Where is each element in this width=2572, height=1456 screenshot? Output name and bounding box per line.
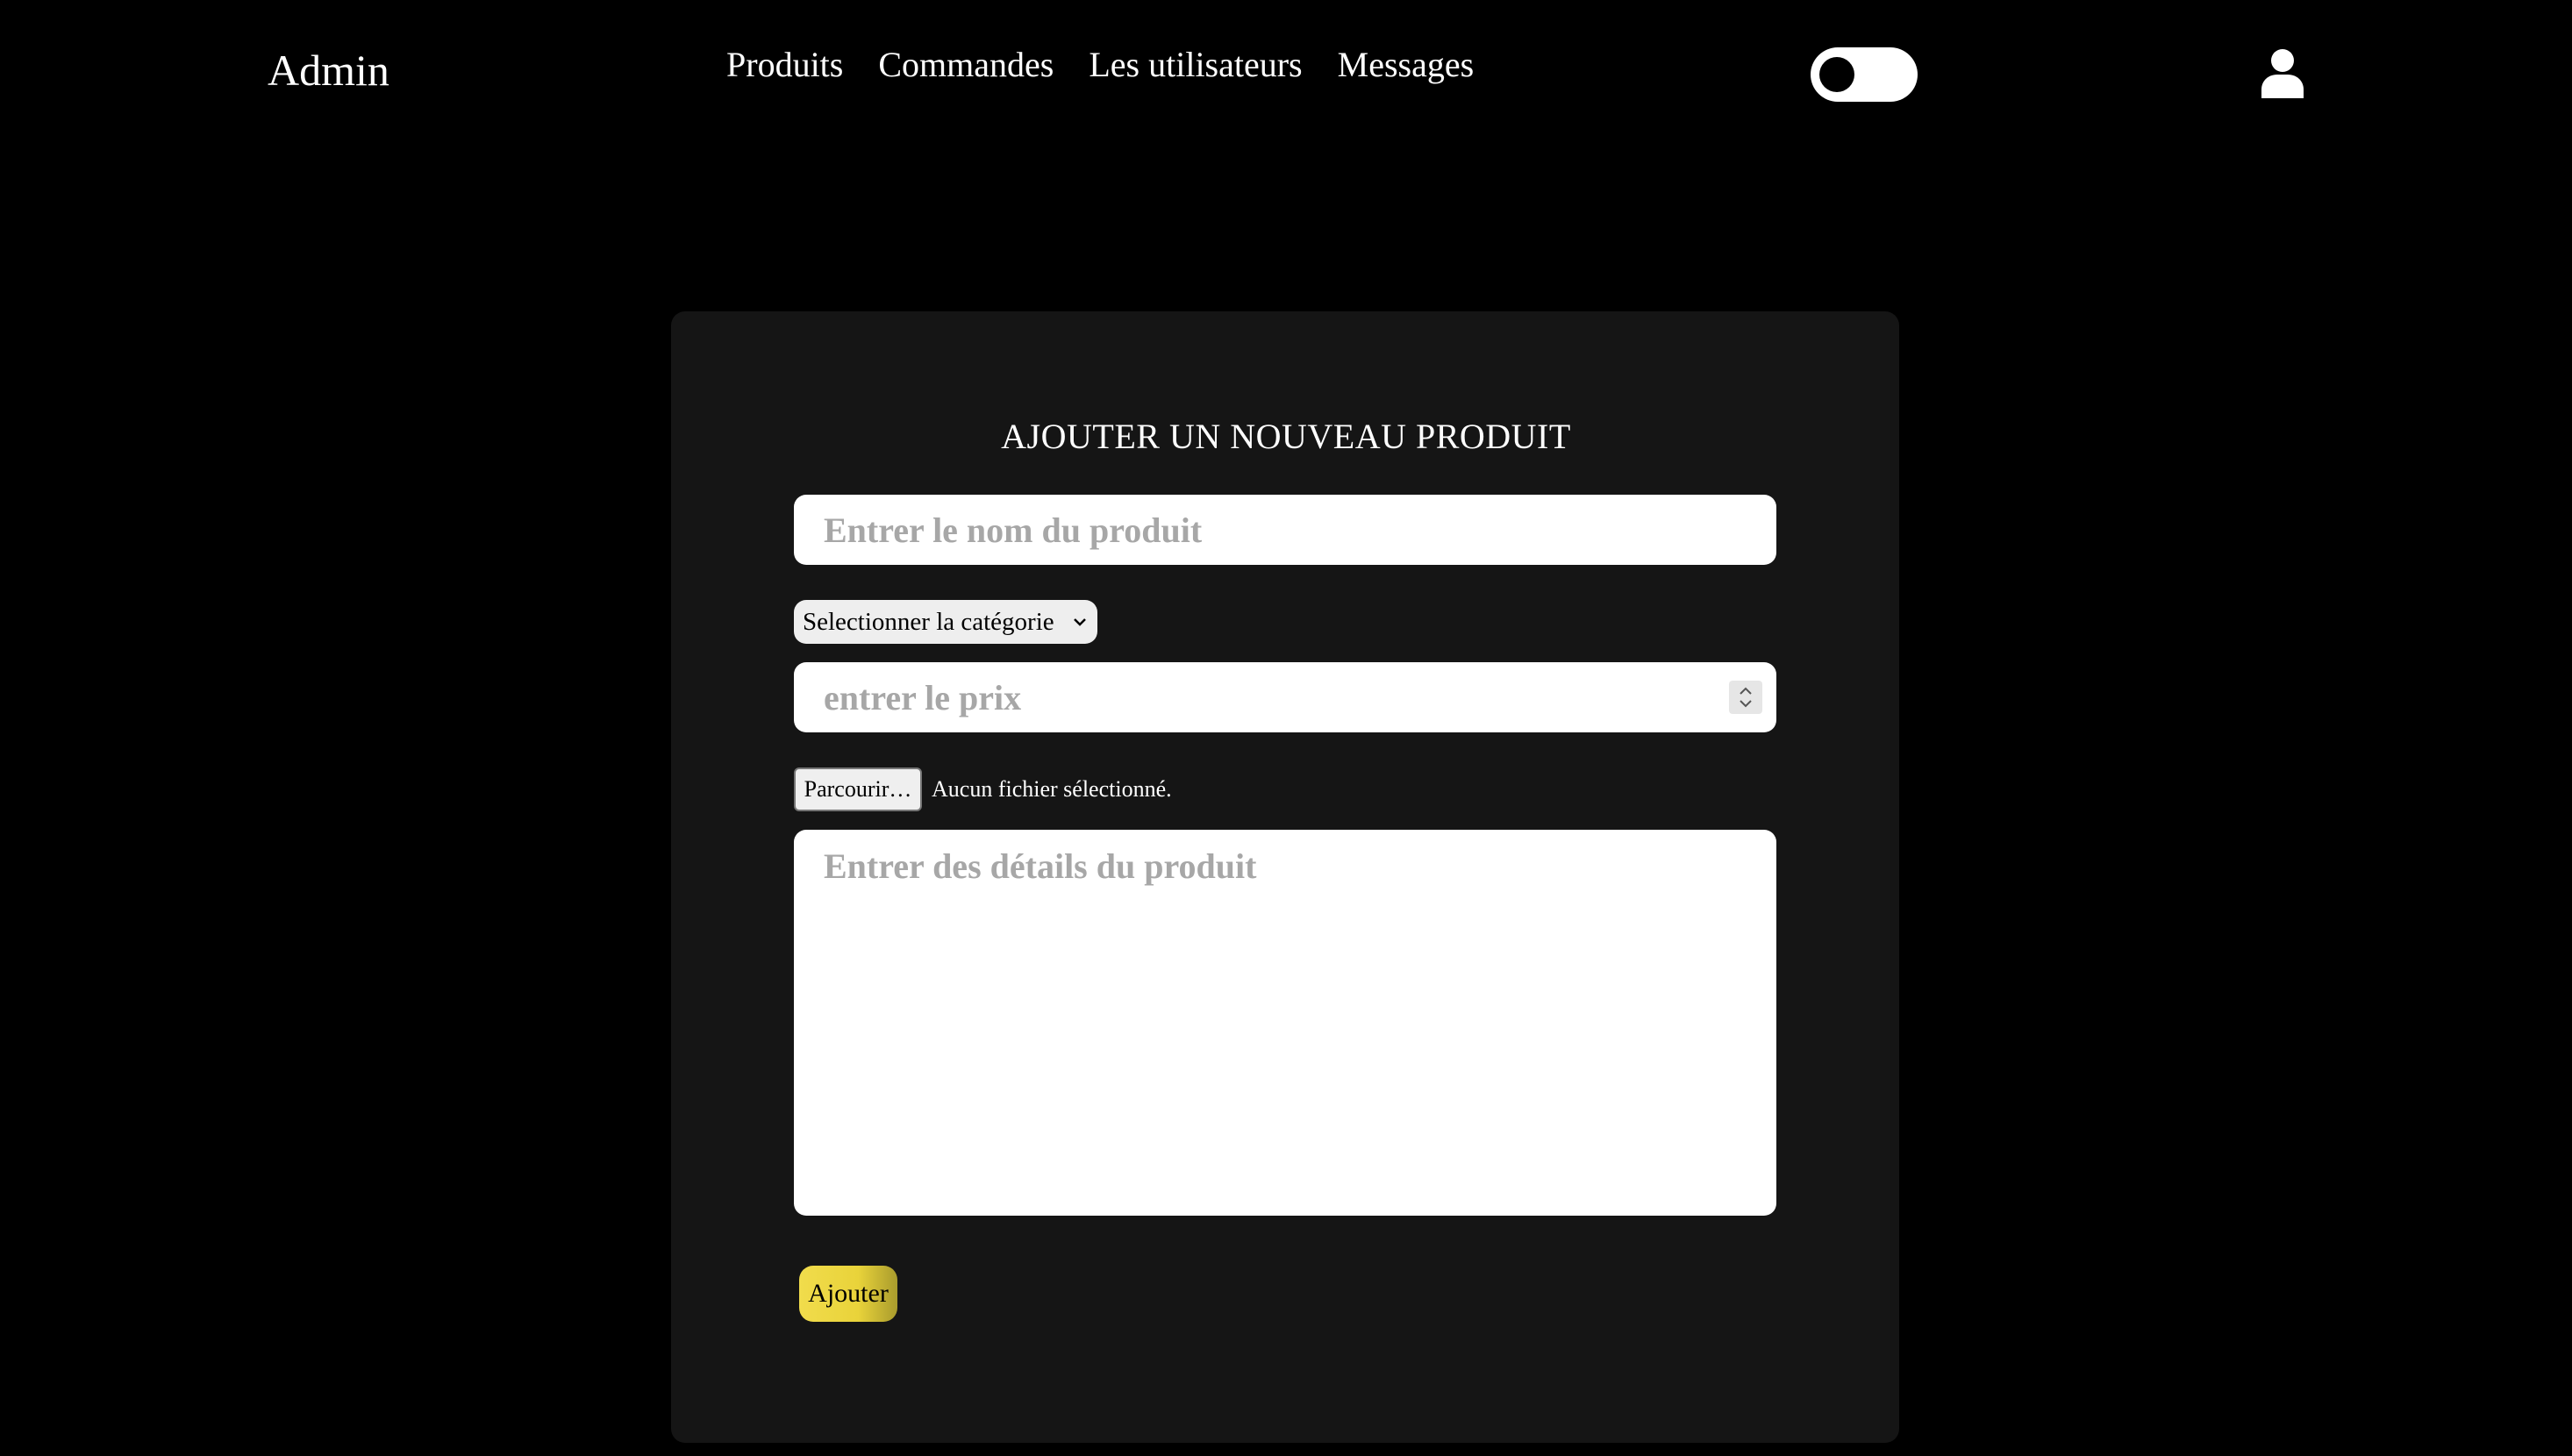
price-input[interactable]	[794, 662, 1697, 732]
category-select[interactable]: Selectionner la catégorie	[794, 600, 1097, 644]
category-select-value: Selectionner la catégorie	[803, 608, 1054, 636]
admin-page: Admin Produits Commandes Les utilisateur…	[0, 0, 2572, 1456]
product-details-textarea[interactable]	[794, 830, 1776, 1216]
number-spinner[interactable]	[1729, 681, 1762, 714]
nav-item-commandes[interactable]: Commandes	[878, 39, 1054, 91]
brand-logo: Admin	[268, 46, 389, 95]
price-field-wrapper	[794, 662, 1776, 732]
chevron-down-icon	[1074, 618, 1086, 626]
nav-item-utilisateurs[interactable]: Les utilisateurs	[1089, 39, 1302, 91]
nav-item-produits[interactable]: Produits	[726, 39, 843, 91]
toggle-knob	[1819, 57, 1854, 92]
product-name-input[interactable]	[794, 495, 1776, 565]
user-icon-graphic	[2261, 49, 2304, 98]
browse-file-button[interactable]: Parcourir…	[794, 767, 922, 811]
spinner-arrows-icon	[1740, 687, 1752, 708]
form-title: AJOUTER UN NOUVEAU PRODUIT	[1001, 417, 1571, 456]
main-nav: Produits Commandes Les utilisateurs Mess…	[726, 39, 1474, 91]
theme-toggle[interactable]	[1811, 47, 1918, 102]
nav-item-messages[interactable]: Messages	[1338, 39, 1475, 91]
file-status-text: Aucun fichier sélectionné.	[932, 776, 1172, 802]
add-product-button[interactable]: Ajouter	[799, 1266, 897, 1322]
user-icon[interactable]	[2260, 47, 2305, 98]
